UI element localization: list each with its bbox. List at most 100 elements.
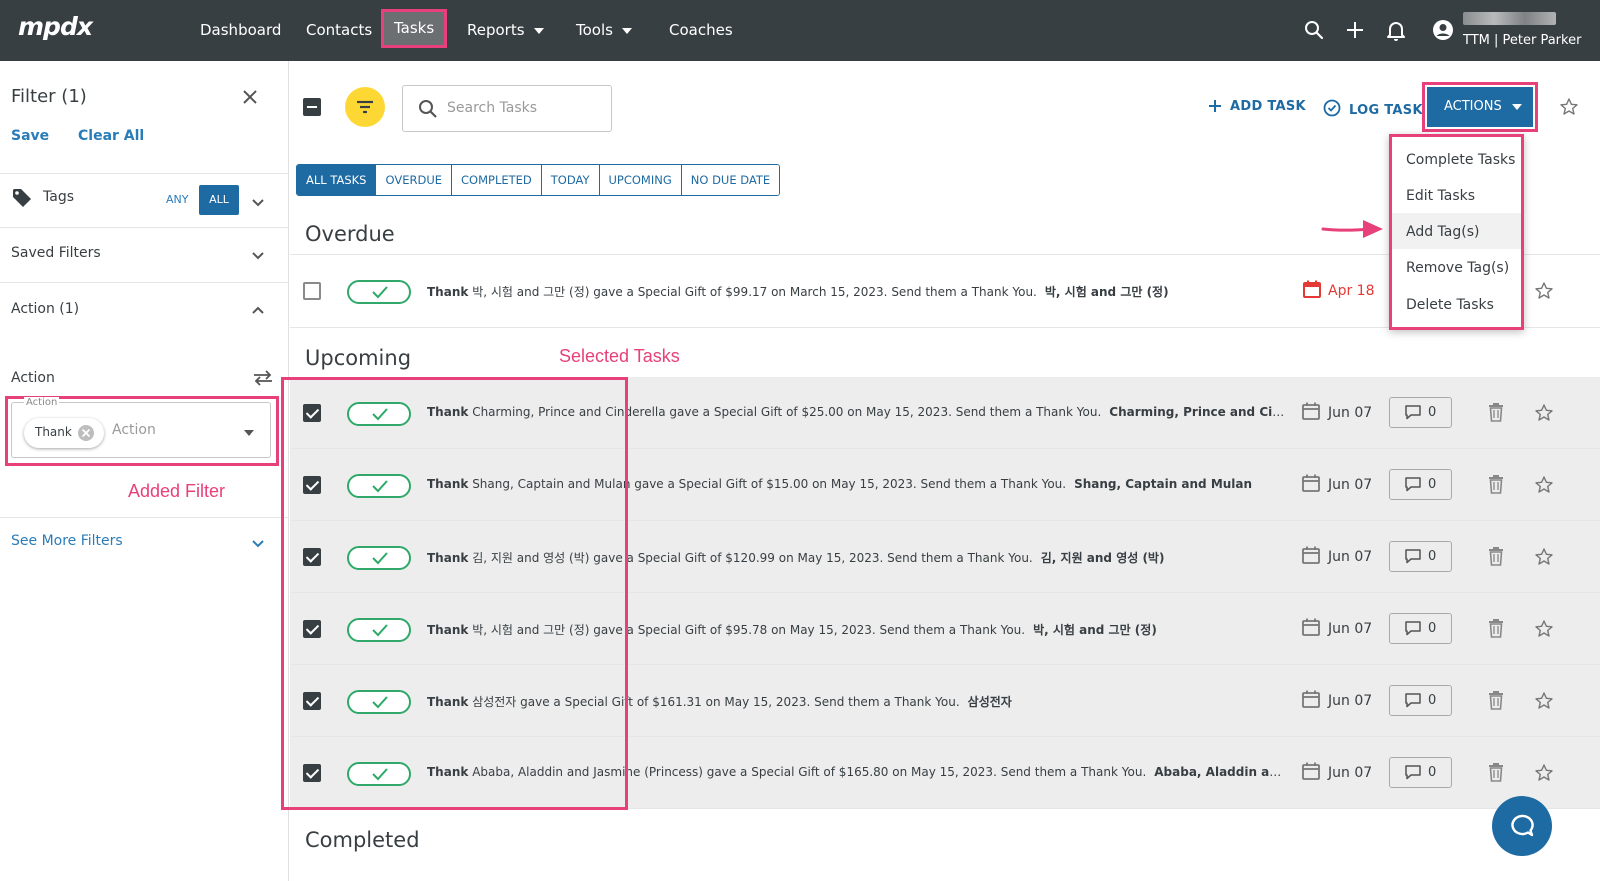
nav-tools-label: Tools	[576, 21, 613, 39]
calendar-icon	[1302, 690, 1320, 708]
save-filter-button[interactable]: Save	[11, 128, 49, 144]
divider	[0, 282, 289, 283]
trash-icon[interactable]	[1487, 402, 1505, 422]
nav-tasks-label: Tasks	[394, 19, 435, 37]
star-outline-icon[interactable]	[1534, 281, 1554, 301]
task-description[interactable]: Thank 박, 시험 and 그만 (정) gave a Special Gi…	[427, 283, 1297, 300]
search-icon	[419, 100, 437, 118]
star-outline-icon[interactable]	[1534, 547, 1554, 567]
task-contact[interactable]: Ababa, Aladdin and Jasmi…	[1154, 765, 1289, 779]
comments-button[interactable]: 0	[1389, 685, 1452, 716]
plus-icon[interactable]	[1343, 18, 1367, 42]
complete-task-button[interactable]	[347, 280, 411, 304]
actions-menu-button[interactable]: ACTIONS	[1427, 87, 1533, 127]
added-filter-annotation: Added Filter	[128, 481, 226, 501]
tab-overdue[interactable]: OVERDUE	[376, 165, 452, 195]
trash-icon[interactable]	[1487, 546, 1505, 566]
help-chat-button[interactable]	[1492, 796, 1552, 856]
task-due-date: Jun 07	[1328, 765, 1373, 781]
actions-label: ACTIONS	[1444, 99, 1502, 114]
task-checkbox[interactable]	[303, 282, 321, 300]
chevron-down-icon[interactable]	[250, 535, 266, 551]
calendar-icon	[1302, 762, 1320, 780]
star-outline-icon[interactable]	[1534, 475, 1554, 495]
trash-icon[interactable]	[1487, 474, 1505, 494]
action-chip-thank[interactable]: Thank	[24, 418, 104, 448]
nav-tools[interactable]: Tools	[576, 18, 632, 42]
chevron-down-icon[interactable]	[250, 194, 266, 210]
tab-no-due-date[interactable]: NO DUE DATE	[681, 165, 780, 195]
trash-icon[interactable]	[1487, 762, 1505, 782]
calendar-icon	[1302, 546, 1320, 564]
caret-down-icon	[1511, 103, 1522, 110]
caret-down-icon	[533, 27, 544, 34]
menu-remove-tags[interactable]: Remove Tag(s)	[1406, 260, 1509, 276]
divider	[0, 517, 289, 518]
comment-icon	[1405, 765, 1421, 780]
mpdx-logo[interactable]: mpdx	[18, 12, 93, 41]
task-contact[interactable]: 박, 시험 and 그만 (정)	[1033, 623, 1157, 637]
action-group-label[interactable]: Action (1)	[11, 301, 79, 317]
star-outline-icon[interactable]	[1534, 619, 1554, 639]
filter-toggle-button[interactable]	[345, 87, 385, 127]
close-icon[interactable]	[240, 87, 260, 107]
swap-icon[interactable]	[252, 369, 274, 387]
saved-filters-label[interactable]: Saved Filters	[11, 245, 101, 261]
tab-completed[interactable]: COMPLETED	[452, 165, 542, 195]
trash-icon[interactable]	[1487, 690, 1505, 710]
nav-reports[interactable]: Reports	[467, 18, 544, 42]
nav-coaches[interactable]: Coaches	[669, 18, 733, 42]
account-circle-icon[interactable]	[1431, 18, 1455, 42]
star-outline-icon[interactable]	[1534, 691, 1554, 711]
tab-all-tasks[interactable]: ALL TASKS	[297, 165, 377, 195]
task-due-date: Apr 18	[1328, 283, 1375, 299]
select-all-checkbox[interactable]	[303, 98, 321, 116]
bell-icon[interactable]	[1384, 18, 1408, 42]
tags-label: Tags	[43, 189, 74, 205]
caret-down-icon[interactable]	[244, 430, 254, 436]
clear-all-button[interactable]: Clear All	[78, 128, 144, 144]
see-more-filters-link[interactable]: See More Filters	[11, 533, 123, 549]
selected-tasks-highlight	[281, 377, 628, 810]
comments-button[interactable]: 0	[1389, 757, 1452, 788]
search-tasks-input[interactable]: Search Tasks	[402, 85, 612, 132]
check-circle-icon	[1323, 99, 1341, 117]
nav-tasks[interactable]: Tasks	[381, 9, 448, 48]
menu-edit-tasks[interactable]: Edit Tasks	[1406, 188, 1475, 204]
log-task-button[interactable]: LOG TASK	[1323, 99, 1423, 118]
nav-dashboard[interactable]: Dashboard	[200, 18, 281, 42]
comment-count: 0	[1428, 621, 1437, 636]
calendar-icon	[1303, 280, 1321, 298]
user-account-blurred[interactable]	[1463, 12, 1556, 25]
task-contact[interactable]: 김, 지원 and 영성 (박)	[1041, 551, 1165, 565]
task-contact[interactable]: 삼성전자	[968, 695, 1012, 709]
search-icon[interactable]	[1302, 18, 1326, 42]
star-outline-icon[interactable]	[1534, 763, 1554, 783]
nav-contacts[interactable]: Contacts	[306, 18, 372, 42]
chevron-down-icon[interactable]	[250, 247, 266, 263]
section-overdue-heading: Overdue	[305, 222, 395, 246]
remove-chip-icon[interactable]	[77, 424, 95, 442]
menu-delete-tasks[interactable]: Delete Tasks	[1406, 297, 1494, 313]
filter-icon	[357, 100, 373, 114]
menu-complete-tasks[interactable]: Complete Tasks	[1406, 152, 1515, 168]
trash-icon[interactable]	[1487, 618, 1505, 638]
comments-button[interactable]: 0	[1389, 541, 1452, 572]
comments-button[interactable]: 0	[1389, 397, 1452, 428]
comments-button[interactable]: 0	[1389, 469, 1452, 500]
tab-upcoming[interactable]: UPCOMING	[599, 165, 682, 195]
filter-title: Filter (1)	[11, 86, 87, 107]
star-outline-icon[interactable]	[1559, 97, 1579, 117]
chevron-up-icon[interactable]	[250, 303, 266, 319]
tags-any-toggle[interactable]: ANY	[166, 193, 188, 206]
task-contact[interactable]: 박, 시험 and 그만 (정)	[1045, 285, 1169, 299]
user-name[interactable]: TTM | Peter Parker	[1463, 33, 1581, 48]
comments-button[interactable]: 0	[1389, 613, 1452, 644]
tab-today[interactable]: TODAY	[541, 165, 600, 195]
add-task-button[interactable]: ADD TASK	[1208, 99, 1306, 114]
star-outline-icon[interactable]	[1534, 403, 1554, 423]
tags-all-toggle[interactable]: ALL	[199, 185, 239, 215]
menu-add-tags[interactable]: Add Tag(s)	[1406, 224, 1479, 240]
task-contact[interactable]: Charming, Prince and Cinderella	[1109, 405, 1289, 419]
task-contact[interactable]: Shang, Captain and Mulan	[1074, 477, 1252, 491]
